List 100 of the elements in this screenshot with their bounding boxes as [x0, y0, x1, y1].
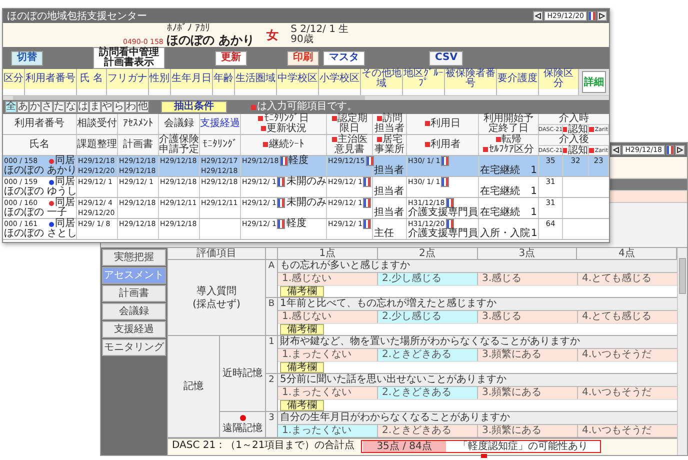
- filter-label: 生活圏域: [235, 69, 277, 89]
- scrollbar[interactable]: [677, 248, 687, 455]
- cell-text: 軽度: [286, 219, 306, 229]
- answer-option[interactable]: 3.感じる: [478, 311, 577, 323]
- kana-tab[interactable]: や: [101, 101, 113, 113]
- calendar-icon[interactable]: [277, 198, 286, 208]
- note-button[interactable]: 備考欄: [280, 286, 324, 297]
- toolbar-button[interactable]: 訪問看中管理 計画書表示: [93, 47, 165, 69]
- filter-button[interactable]: 抽出条件: [161, 101, 227, 113]
- kana-tab[interactable]: ら: [113, 101, 125, 113]
- answer-option[interactable]: 1.感じない: [278, 311, 377, 323]
- answer-option[interactable]: 3.感じる: [478, 273, 577, 285]
- filter-field[interactable]: [445, 89, 497, 95]
- answer-option[interactable]: 4.とても感じる: [578, 273, 677, 285]
- answer-option[interactable]: 1.まったくない: [278, 387, 377, 399]
- status-text: 同居: [55, 198, 75, 208]
- calendar-icon[interactable]: [363, 219, 372, 229]
- answer-option[interactable]: 4.いつもそうだ: [578, 349, 677, 361]
- kana-tab[interactable]: か: [29, 101, 41, 113]
- filter-field[interactable]: [25, 89, 77, 95]
- answer-option[interactable]: 1.まったくない: [278, 349, 377, 361]
- nav-tab[interactable]: 支援経過: [102, 321, 166, 338]
- filter-field[interactable]: [361, 89, 403, 95]
- kana-tab[interactable]: 全: [5, 101, 17, 113]
- nav-tab[interactable]: 会議録: [102, 303, 166, 320]
- answer-option[interactable]: 4.いつもそうだ: [578, 425, 677, 437]
- calendar-icon[interactable]: [277, 177, 286, 187]
- status-text: 同居: [55, 156, 75, 166]
- filter-label: 被保険者番号: [445, 69, 497, 89]
- filter-field[interactable]: [235, 89, 277, 95]
- cell-text: 担当者: [374, 166, 404, 176]
- filter-field[interactable]: [539, 89, 579, 95]
- toolbar-button[interactable]: 更新: [215, 50, 247, 66]
- calendar-icon[interactable]: [588, 11, 596, 21]
- calendar-icon[interactable]: [666, 145, 674, 155]
- answer-option[interactable]: 4.とても感じる: [578, 311, 677, 323]
- calendar-icon[interactable]: [441, 177, 450, 187]
- kana-tab[interactable]: は: [77, 101, 89, 113]
- column-header: 評価項目: [168, 248, 266, 259]
- answer-option[interactable]: 2.少し感じる: [378, 273, 477, 285]
- cell-text: 1: [530, 166, 537, 176]
- kana-tab[interactable]: あ: [17, 101, 29, 113]
- next-button[interactable]: [675, 145, 685, 155]
- calendar-icon[interactable]: [277, 219, 286, 229]
- kana-tab[interactable]: た: [53, 101, 65, 113]
- row-header-text: 記憶: [184, 381, 204, 392]
- filter-field[interactable]: [149, 89, 171, 95]
- answer-option[interactable]: 1.まったくない: [278, 425, 377, 437]
- kana-tab[interactable]: な: [65, 101, 77, 113]
- toolbar-button[interactable]: 切替: [11, 50, 43, 66]
- answer-option[interactable]: 4.いつもそうだ: [578, 387, 677, 399]
- answer-option[interactable]: 3.頻繁にある: [478, 349, 577, 361]
- answer-option[interactable]: 2.少し感じる: [378, 311, 477, 323]
- calendar-icon[interactable]: [446, 198, 454, 208]
- filter-label: 氏 名: [77, 69, 107, 89]
- cell-text: 在宅継続: [480, 208, 520, 218]
- column-header: 訪問担当者: [374, 113, 404, 134]
- calendar-icon[interactable]: [446, 219, 454, 229]
- calendar-icon[interactable]: [366, 156, 374, 166]
- cell-text: 主任: [374, 229, 394, 239]
- nav-tab[interactable]: 計画書: [102, 285, 166, 302]
- cell-text: 1: [531, 229, 538, 239]
- filter-field[interactable]: [319, 89, 361, 95]
- filter-field[interactable]: [403, 89, 445, 95]
- calendar-icon[interactable]: [363, 177, 372, 187]
- answer-option[interactable]: 2.ときどきある: [378, 349, 477, 361]
- answer-option[interactable]: 2.ときどきある: [378, 387, 477, 399]
- answer-option[interactable]: 3.頻繁にある: [478, 387, 577, 399]
- kana-tab[interactable]: さ: [41, 101, 53, 113]
- calendar-icon[interactable]: [280, 156, 288, 166]
- toolbar-button[interactable]: 印刷: [287, 50, 319, 66]
- answer-option[interactable]: 3.頻繁にある: [478, 425, 577, 437]
- previous-button[interactable]: [611, 145, 622, 155]
- filter-field[interactable]: [171, 89, 213, 95]
- kana-tab[interactable]: ま: [89, 101, 101, 113]
- note-button[interactable]: 備考欄: [280, 362, 324, 373]
- filter-field[interactable]: [277, 89, 319, 95]
- kana-tab[interactable]: 他: [137, 101, 149, 113]
- question-text: 財布や鍵など、物を置いた場所がわからなくなることがありますか: [278, 336, 677, 348]
- filter-field[interactable]: [213, 89, 235, 95]
- answer-option[interactable]: 2.ときどきある: [378, 425, 477, 437]
- calendar-icon[interactable]: [363, 198, 372, 208]
- toolbar-button[interactable]: CSV: [429, 50, 464, 66]
- filter-field[interactable]: [3, 89, 25, 95]
- filter-field[interactable]: [107, 89, 149, 95]
- nav-tab[interactable]: 実態把握: [102, 249, 166, 266]
- previous-button[interactable]: [533, 11, 544, 21]
- toolbar-button[interactable]: マスタ: [323, 50, 365, 66]
- filter-field[interactable]: [497, 89, 539, 95]
- note-button[interactable]: 備考欄: [280, 324, 324, 335]
- nav-tab[interactable]: モニタリング: [102, 339, 166, 356]
- column-header: 利用者番号: [14, 118, 64, 129]
- answer-option[interactable]: 1.感じない: [278, 273, 377, 285]
- next-button[interactable]: [597, 11, 607, 21]
- kana-tab[interactable]: わ: [125, 101, 137, 113]
- note-button[interactable]: 備考欄: [280, 400, 324, 411]
- column-header: 2点: [378, 248, 478, 259]
- filter-field[interactable]: [77, 89, 107, 95]
- cell-text: 未開のみ: [286, 198, 326, 208]
- calendar-icon[interactable]: [441, 156, 450, 166]
